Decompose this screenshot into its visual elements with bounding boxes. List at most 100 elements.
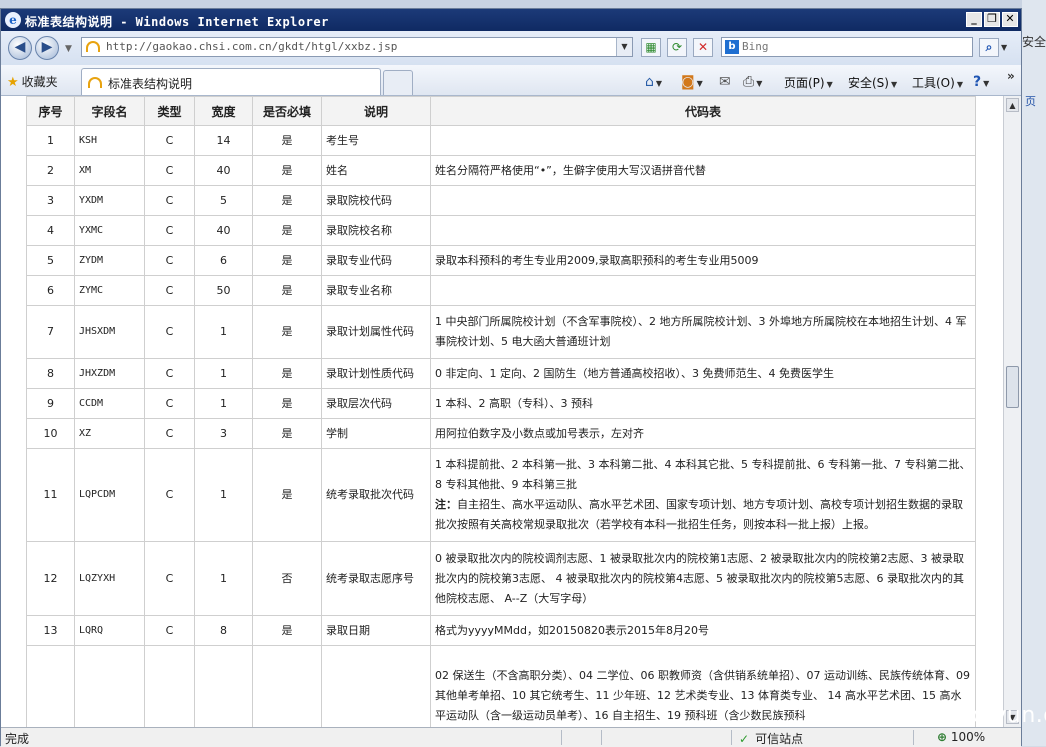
cell-required-text: 是 <box>281 163 293 177</box>
table-row: 11 LQPCDM C 1 是 统考录取批次代码 1 本科提前批、2 本科第一批、3 本科第… <box>26 448 976 542</box>
page-menu[interactable]: 页面(P) ▼ <box>784 74 833 91</box>
cell-type: C <box>144 388 195 419</box>
cell-type: C <box>144 245 195 276</box>
tools-menu[interactable]: 工具(O) ▼ <box>912 74 963 91</box>
feeds-button[interactable]: ◙ ▼ <box>681 74 703 90</box>
cell-description: 录取计划属性代码 <box>321 305 431 359</box>
cell-required: 是 <box>252 185 322 216</box>
favorites-button[interactable]: ★ 收藏夹 <box>7 73 58 90</box>
cell-required: 否 <box>252 541 322 616</box>
cell-field: JHXZDM <box>74 358 145 389</box>
cell-no-text: 2 <box>47 163 54 177</box>
url-field[interactable]: http://gaokao.chsi.com.cn/gkdt/htgl/xxbz… <box>81 37 633 57</box>
cell-type: C <box>144 215 195 246</box>
header-width: 宽度 <box>194 96 253 126</box>
table-row: 13 LQRQ C 8 是 录取日期 格式为yyyyMMdd，如20150820表示2015… <box>26 615 976 646</box>
cell-no: 7 <box>26 305 75 359</box>
scroll-up-icon[interactable]: ▲ <box>1006 98 1019 112</box>
header-required: 是否必填 <box>252 96 322 126</box>
cell-description: 录取专业名称 <box>321 275 431 306</box>
cell-width: 1 <box>194 388 253 419</box>
vertical-scrollbar[interactable]: ▲ ▼ <box>1003 96 1021 727</box>
url-dropdown-button[interactable]: ▼ <box>616 38 632 56</box>
safety-menu[interactable]: 安全(S) ▼ <box>848 74 897 91</box>
cell-required-text: 是 <box>281 253 293 267</box>
cell-field-text: KSH <box>79 134 98 146</box>
restore-button[interactable]: ❐ <box>984 12 1000 27</box>
cell-width <box>194 645 253 727</box>
cell-field: CCDM <box>74 388 145 419</box>
cell-required-text: 是 <box>281 223 293 237</box>
cell-required: 是 <box>252 155 322 186</box>
search-field[interactable]: b Bing <box>721 37 973 57</box>
cell-code <box>430 215 976 246</box>
cell-width-text: 1 <box>220 488 227 501</box>
more-commands-icon[interactable]: » <box>1007 69 1015 83</box>
header-field: 字段名 <box>74 96 145 126</box>
cell-required-text: 是 <box>281 193 293 207</box>
table-header-row: 序号 字段名 类型 宽度 是否必填 说明 代码表 <box>26 96 976 126</box>
cell-field-text: LQRQ <box>79 624 104 636</box>
forward-button[interactable]: ▶ <box>35 36 59 60</box>
cell-no: 11 <box>26 448 75 542</box>
zoom-control[interactable]: ⊕ 100% <box>937 730 985 744</box>
cell-field: JHSXDM <box>74 305 145 359</box>
cell-width: 1 <box>194 305 253 359</box>
print-button[interactable]: ⎙ ▼ <box>743 74 762 90</box>
cell-code <box>430 275 976 306</box>
new-tab-button[interactable] <box>383 70 413 95</box>
cell-type-text: C <box>165 283 174 297</box>
cell-type: C <box>144 185 195 216</box>
scroll-thumb[interactable] <box>1006 366 1019 408</box>
help-button[interactable]: ? ▼ <box>973 74 989 90</box>
tab-current[interactable]: 标准表结构说明 <box>81 68 381 95</box>
minimize-button[interactable]: _ <box>966 12 982 27</box>
cell-field-text: XM <box>79 164 92 176</box>
back-button[interactable]: ◀ <box>8 36 32 60</box>
cell-field-text: ZYMC <box>79 284 104 296</box>
cell-width: 1 <box>194 541 253 616</box>
cell-code-text: 录取本科预科的考生专业用2009,录取高职预科的考生专业用5009 <box>435 253 759 267</box>
table-row: 5 ZYDM C 6 是 录取专业代码 录取本科预科的考生专业用2009,录取高职预科的考生… <box>26 245 976 276</box>
close-button[interactable]: ✕ <box>1002 12 1018 27</box>
security-zone[interactable]: ✓ 可信站点 <box>739 730 803 747</box>
cell-code: 录取本科预科的考生专业用2009,录取高职预科的考生专业用5009 <box>430 245 976 276</box>
cell-code: 1 本科提前批、2 本科第一批、3 本科第二批、4 本科其它批、5 专科提前批、… <box>430 448 976 542</box>
stop-button[interactable]: ✕ <box>693 38 713 57</box>
status-divider <box>731 730 732 745</box>
cell-required: 是 <box>252 215 322 246</box>
cell-type: C <box>144 358 195 389</box>
status-divider <box>601 730 602 745</box>
cell-no: 6 <box>26 275 75 306</box>
cell-field-text: JHSXDM <box>79 326 116 337</box>
cell-type <box>144 645 195 727</box>
recent-pages-dropdown[interactable]: ▼ <box>65 44 72 54</box>
cell-width: 1 <box>194 358 253 389</box>
home-button[interactable]: ⌂ ▼ <box>645 74 662 90</box>
cell-type-text: C <box>165 426 174 440</box>
cell-field: YXMC <box>74 215 145 246</box>
search-button[interactable]: ⌕ <box>979 38 999 57</box>
search-options-dropdown[interactable]: ▼ <box>1001 38 1013 57</box>
cell-field-text: XZ <box>79 427 92 439</box>
table-row: 2 XM C 40 是 姓名 姓名分隔符严格使用“•”，生僻字使用大写汉语拼音代替 <box>26 155 976 186</box>
code-table: 序号 字段名 类型 宽度 是否必填 说明 代码表 1 KSH C 14 是考生号 2 XM C… <box>26 96 976 727</box>
window-title: 标准表结构说明 - Windows Internet Explorer <box>25 15 329 29</box>
cell-description: 统考录取批次代码 <box>321 448 431 542</box>
cell-description: 统考录取志愿序号 <box>321 541 431 616</box>
cell-type: C <box>144 448 195 542</box>
compatibility-view-button[interactable]: ▦ <box>641 38 661 57</box>
read-mail-button[interactable]: ✉ <box>719 74 731 90</box>
refresh-button[interactable]: ⟳ <box>667 38 687 57</box>
cell-type-text: C <box>165 366 174 380</box>
status-text: 完成 <box>5 732 30 746</box>
cell-required: 是 <box>252 245 322 276</box>
cell-code-text: 0 非定向、1 定向、2 国防生（地方普通高校招收）、3 免费师范生、4 免费医… <box>435 366 834 380</box>
cell-width: 6 <box>194 245 253 276</box>
zoom-icon: ⊕ <box>937 730 948 744</box>
help-icon: ? <box>973 74 982 90</box>
cell-type-text: C <box>165 193 174 207</box>
cell-field: LQRQ <box>74 615 145 646</box>
cell-required-text: 是 <box>281 488 293 501</box>
table-row: 9 CCDM C 1 是 录取层次代码 1 本科、2 高职（专科）、3 预科 <box>26 388 976 419</box>
